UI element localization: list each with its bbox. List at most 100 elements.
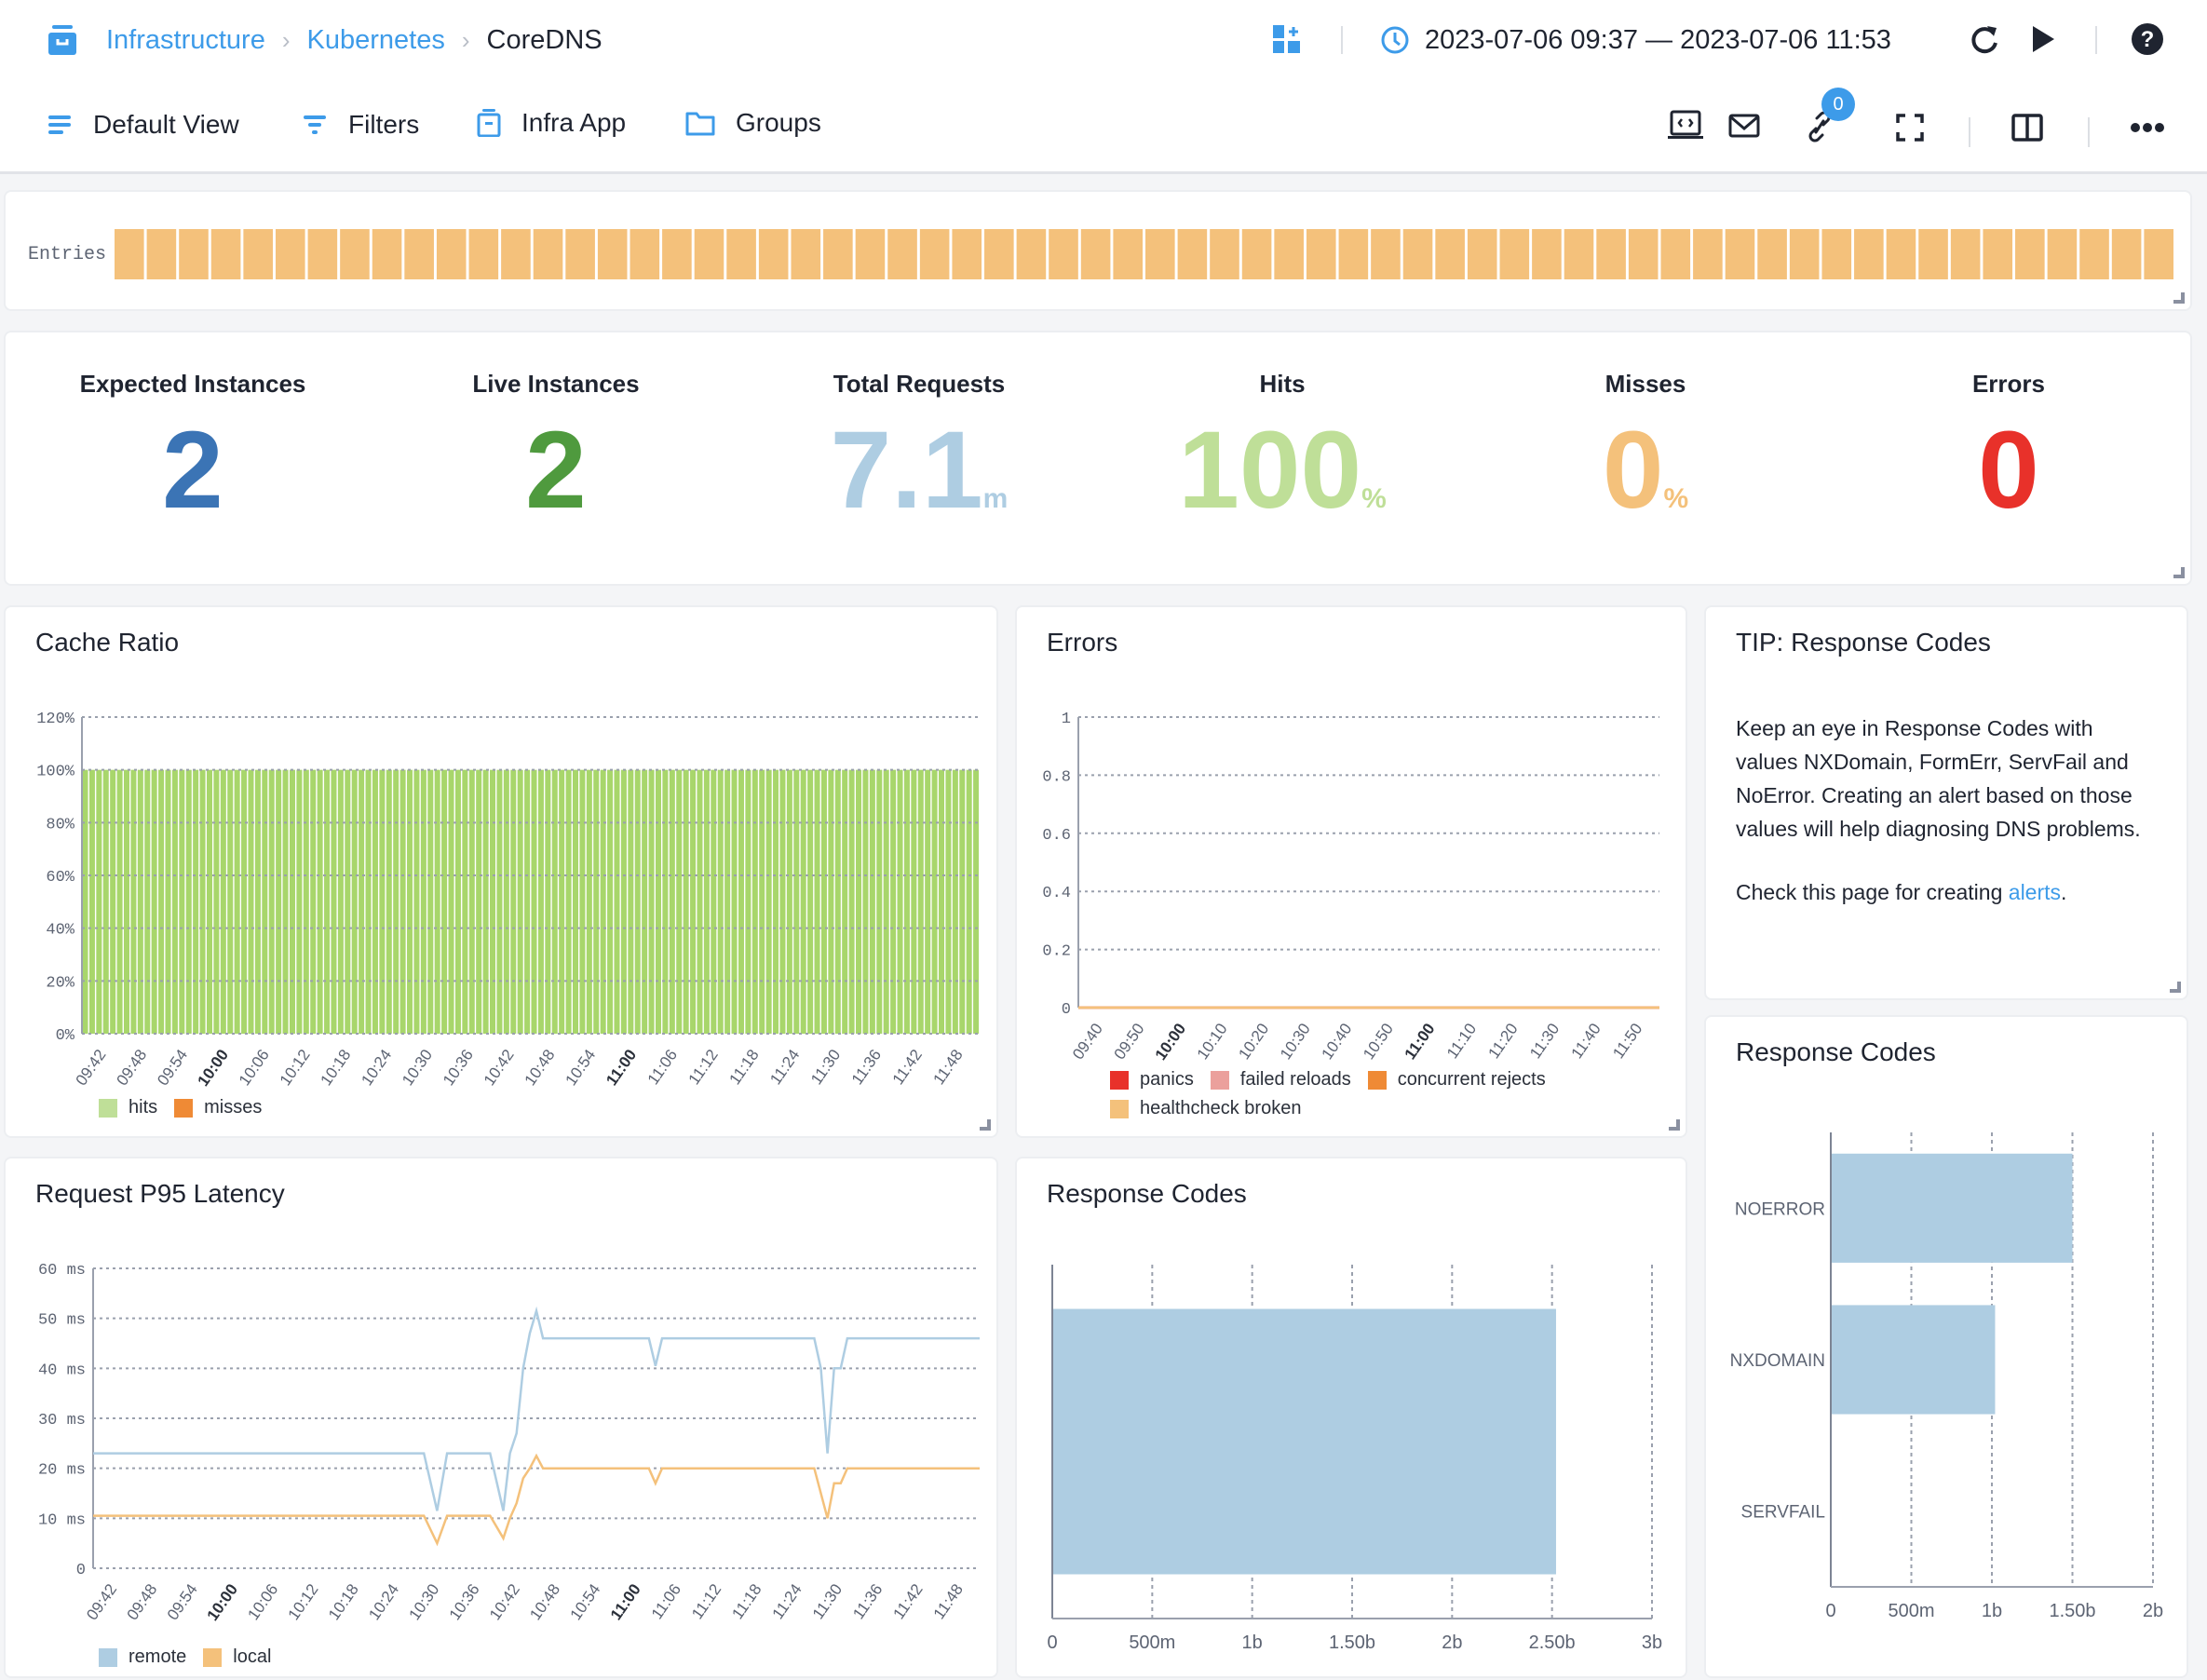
bar-hits[interactable] [890, 769, 897, 1034]
bar-hits[interactable] [731, 769, 738, 1034]
bar-hits[interactable] [227, 769, 234, 1034]
entries-bar[interactable] [1338, 229, 1369, 279]
entries-bar[interactable] [1950, 229, 1981, 279]
bar-hits[interactable] [773, 769, 779, 1034]
bar-hits[interactable] [579, 769, 586, 1034]
entries-bar[interactable] [1564, 229, 1594, 279]
entries-bar[interactable] [791, 229, 821, 279]
bar-hits[interactable] [614, 769, 620, 1034]
bar-hits[interactable] [738, 769, 744, 1034]
bar-noerror[interactable] [1831, 1153, 2073, 1263]
bar-hits[interactable] [703, 769, 710, 1034]
entries-bar[interactable] [1435, 229, 1465, 279]
bar-hits[interactable] [876, 769, 883, 1034]
bar-hits[interactable] [262, 769, 268, 1034]
bar-hits[interactable] [531, 769, 537, 1034]
bar-hits[interactable] [171, 769, 178, 1034]
entries-bar[interactable] [1306, 229, 1336, 279]
bar-hits[interactable] [123, 769, 130, 1034]
entries-bar[interactable] [823, 229, 853, 279]
bar-hits[interactable] [648, 769, 655, 1034]
latency-chart[interactable]: 0 10 ms 20 ms 30 ms 40 ms 50 ms 60 ms 09:42 09:4… [6, 1158, 1000, 1680]
bar-hits[interactable] [310, 769, 317, 1034]
bar-hits[interactable] [407, 769, 413, 1034]
bar-hits[interactable] [165, 769, 171, 1034]
entries-bar[interactable] [2015, 229, 2045, 279]
bar-hits[interactable] [337, 769, 344, 1034]
entries-bar[interactable] [758, 229, 789, 279]
entries-bar[interactable] [533, 229, 563, 279]
bar-hits[interactable] [331, 769, 337, 1034]
bar-hits[interactable] [565, 769, 572, 1034]
bar-hits[interactable] [199, 769, 206, 1034]
bar-hits[interactable] [807, 769, 814, 1034]
bar-hits[interactable] [551, 769, 558, 1034]
entries-bar[interactable] [984, 229, 1014, 279]
bar-hits[interactable] [393, 769, 399, 1034]
bar-hits[interactable] [144, 769, 151, 1034]
bar-hits[interactable] [607, 769, 614, 1034]
bar-hits[interactable] [296, 769, 303, 1034]
entries-bar[interactable] [1693, 229, 1723, 279]
entries-bar[interactable] [2144, 229, 2173, 279]
entries-bar[interactable] [243, 229, 273, 279]
entries-bar[interactable] [597, 229, 628, 279]
refresh-button[interactable] [1969, 22, 2000, 56]
legend-item-panics[interactable]: panics [1110, 1069, 1194, 1091]
bar-hits[interactable] [462, 769, 468, 1034]
resize-handle[interactable] [2173, 567, 2185, 578]
bar-hits[interactable] [359, 769, 365, 1034]
alerts-link[interactable]: alerts [2009, 880, 2061, 904]
add-widget-button[interactable] [1272, 24, 1302, 54]
bar-hits[interactable] [828, 769, 834, 1034]
bar-hits[interactable] [289, 769, 295, 1034]
bar-hits[interactable] [193, 769, 199, 1034]
bar-total[interactable] [1052, 1308, 1556, 1575]
entries-bar[interactable] [1983, 229, 2013, 279]
bar-hits[interactable] [158, 769, 165, 1034]
entries-bar[interactable] [1241, 229, 1272, 279]
response-codes-total-chart[interactable]: 0 500m 1b 1.50b 2b 2.50b 3b [1017, 1158, 1689, 1680]
bar-hits[interactable] [842, 769, 848, 1034]
entries-bar[interactable] [2079, 229, 2109, 279]
bar-hits[interactable] [537, 769, 544, 1034]
bar-hits[interactable] [434, 769, 440, 1034]
bar-hits[interactable] [903, 769, 910, 1034]
entries-bar[interactable] [1596, 229, 1626, 279]
bar-hits[interactable] [517, 769, 523, 1034]
bar-hits[interactable] [545, 769, 551, 1034]
bar-hits[interactable] [102, 769, 109, 1034]
resize-handle[interactable] [2170, 982, 2181, 993]
default-view-button[interactable]: Default View [48, 110, 239, 140]
filters-button[interactable]: Filters [304, 110, 419, 140]
bar-hits[interactable] [779, 769, 786, 1034]
entries-bar[interactable] [952, 229, 982, 279]
email-button[interactable] [1728, 114, 1760, 138]
bar-hits[interactable] [276, 769, 282, 1034]
entries-bar[interactable] [694, 229, 724, 279]
entries-bar[interactable] [1274, 229, 1304, 279]
bar-hits[interactable] [559, 769, 565, 1034]
bar-hits[interactable] [241, 769, 248, 1034]
bar-hits[interactable] [945, 769, 952, 1034]
bar-hits[interactable] [448, 769, 454, 1034]
bar-hits[interactable] [759, 769, 765, 1034]
entries-bar[interactable] [1113, 229, 1143, 279]
help-button[interactable]: ? [2131, 22, 2164, 56]
legend-item-local[interactable]: local [203, 1646, 271, 1668]
bar-hits[interactable] [917, 769, 924, 1034]
bar-hits[interactable] [441, 769, 448, 1034]
entries-bar[interactable] [1886, 229, 1916, 279]
bar-hits[interactable] [503, 769, 509, 1034]
bar-hits[interactable] [268, 769, 275, 1034]
response-codes-by-type-chart[interactable]: 0 500m 1b 1.50b 2b NOERROR NXDOMAIN SERVFAIL [1706, 1017, 2190, 1680]
bar-nxdomain[interactable] [1831, 1305, 1996, 1415]
resize-handle[interactable] [1669, 1119, 1680, 1131]
bar-hits[interactable] [476, 769, 482, 1034]
bar-hits[interactable] [642, 769, 648, 1034]
bar-hits[interactable] [137, 769, 143, 1034]
bar-hits[interactable] [662, 769, 669, 1034]
bar-hits[interactable] [110, 769, 116, 1034]
bar-hits[interactable] [834, 769, 841, 1034]
entries-bar[interactable] [1371, 229, 1401, 279]
